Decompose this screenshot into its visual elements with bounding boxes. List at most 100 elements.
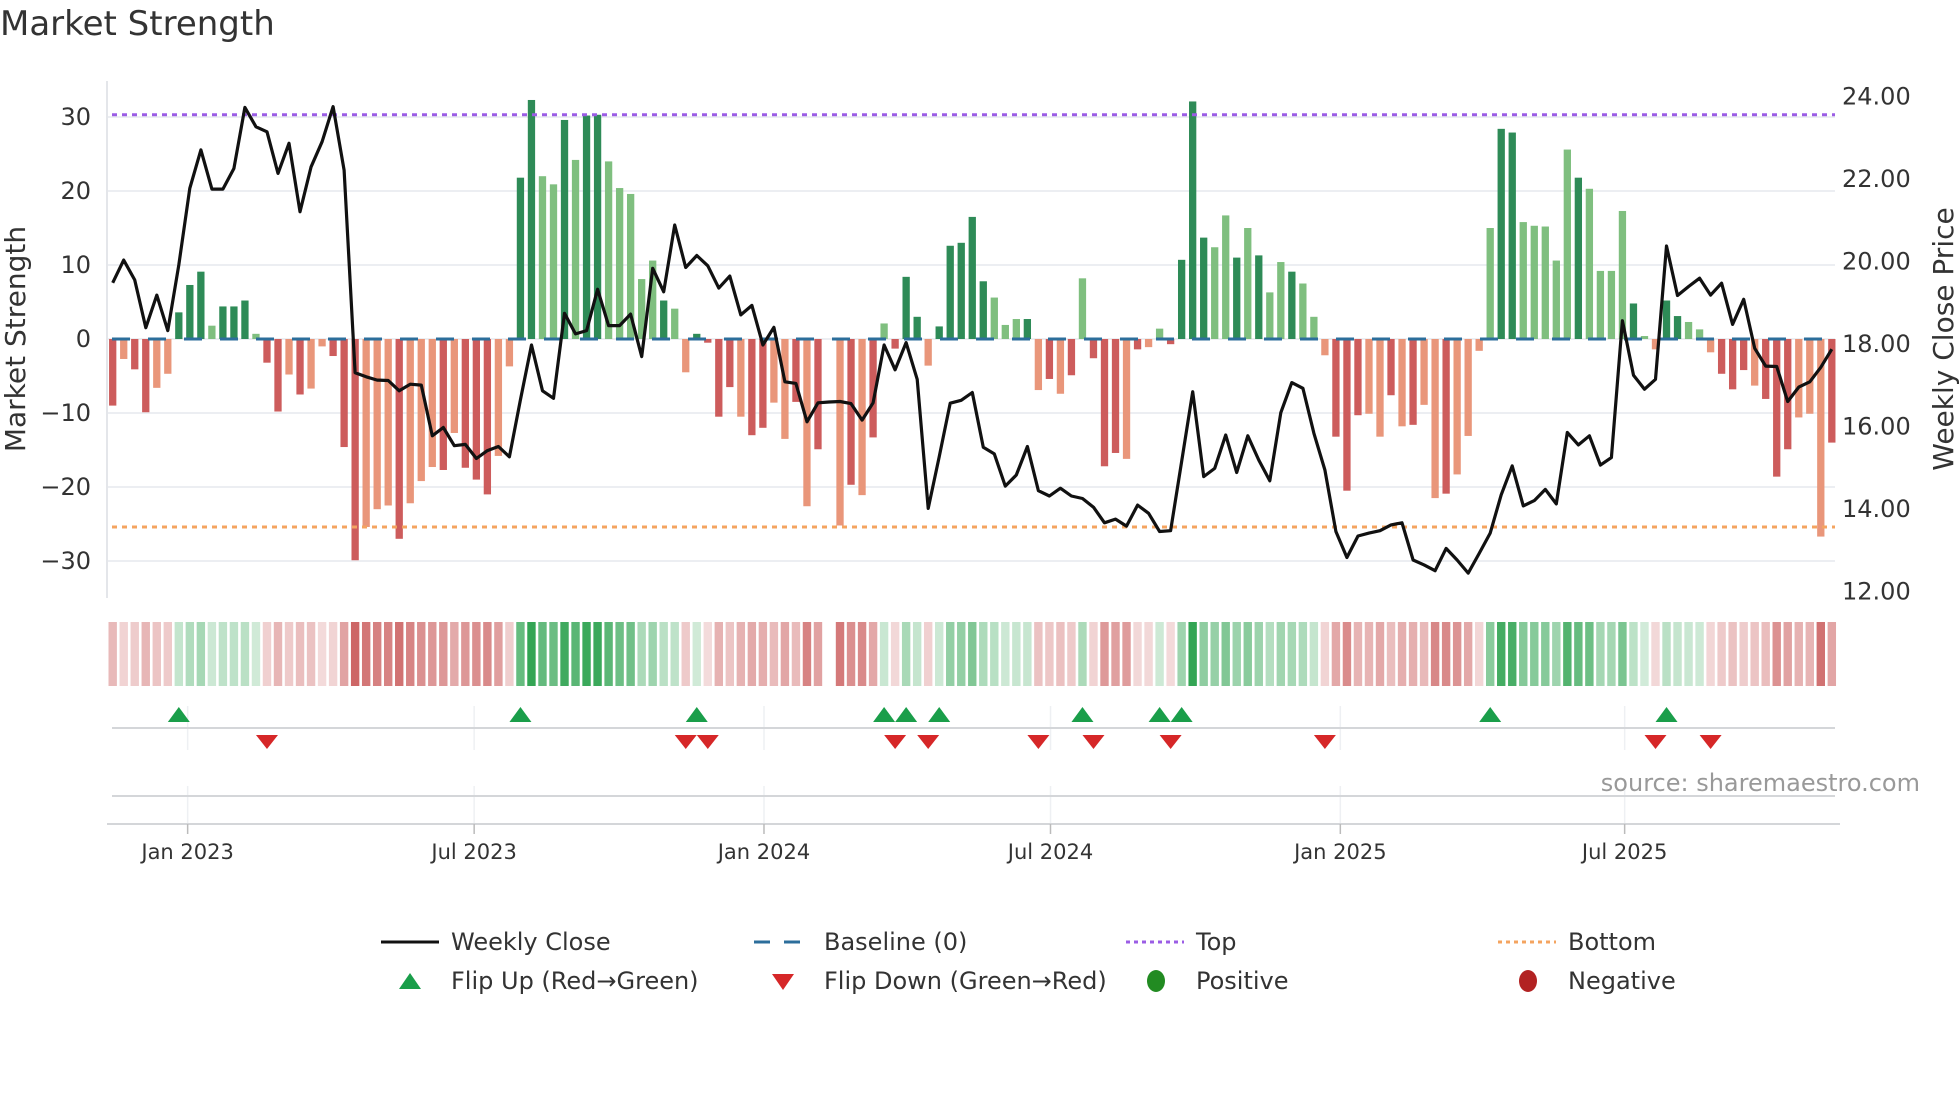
source-credit: source: sharemaestro.com xyxy=(1600,769,1920,797)
strength-bar xyxy=(395,339,403,539)
strength-bar xyxy=(990,297,998,339)
heat-strip-cell xyxy=(439,622,448,686)
heat-strip-cell xyxy=(108,622,117,686)
y2-tick-label: 22.00 xyxy=(1842,165,1911,193)
heat-strip-cell xyxy=(450,622,459,686)
heat-strip-cell xyxy=(1761,622,1770,686)
heat-strip-cell xyxy=(1816,622,1825,686)
flip-down-marker xyxy=(1313,735,1336,749)
strength-bar xyxy=(1365,339,1373,414)
strength-bar xyxy=(1497,128,1505,339)
flip-up-marker xyxy=(873,707,896,722)
strength-bar xyxy=(902,276,910,339)
strength-bar xyxy=(1475,339,1483,351)
heat-strip-cell xyxy=(1188,622,1197,686)
heat-strip-cell xyxy=(306,622,316,686)
strength-bar xyxy=(1420,339,1428,405)
strength-bar xyxy=(781,339,789,439)
heat-strip-cell xyxy=(1353,622,1363,686)
heat-strip-cell xyxy=(1574,622,1583,686)
heat-strip-cell xyxy=(1199,622,1208,686)
chart-title: Market Strength xyxy=(0,4,275,44)
strength-bar xyxy=(615,188,624,339)
y2-tick-label: 24.00 xyxy=(1842,82,1911,110)
heat-strip-cell xyxy=(593,622,602,686)
y-tick-label: −20 xyxy=(40,473,91,501)
heat-strip-cell xyxy=(1651,622,1660,686)
strength-bar xyxy=(307,339,315,389)
heat-strip-cell xyxy=(549,622,558,686)
strength-bar xyxy=(1563,149,1571,339)
heat-strip-cell xyxy=(251,622,261,686)
heat-strip-cell xyxy=(1287,622,1297,686)
strength-bar xyxy=(582,115,591,340)
strength-bar xyxy=(715,339,723,417)
heat-strip-cell xyxy=(1640,622,1649,686)
strength-bar xyxy=(1001,324,1009,339)
heat-strip-cell xyxy=(1794,622,1803,686)
flip-up-marker xyxy=(1148,707,1171,722)
heat-strip-cell xyxy=(1673,622,1682,686)
heat-strip-cell xyxy=(1012,622,1021,686)
flip-down-marker xyxy=(1027,735,1050,749)
heat-strip-cell xyxy=(1728,622,1737,686)
strength-bar xyxy=(120,339,128,359)
strength-bar xyxy=(197,271,205,339)
heat-strip-cell xyxy=(1419,622,1429,686)
strength-bar xyxy=(505,339,514,367)
heat-strip-cell xyxy=(1497,622,1506,686)
legend-weekly-close: Weekly Close xyxy=(381,928,611,956)
heat-strip-cell xyxy=(141,622,150,686)
strength-bar xyxy=(968,216,976,339)
heat-strip-cell xyxy=(1684,622,1693,686)
legend-label: Positive xyxy=(1196,967,1289,995)
strength-bar xyxy=(1464,339,1472,436)
legend-flip-up: Flip Up (Red→Green) xyxy=(381,967,699,995)
flip-down-marker xyxy=(884,735,907,749)
heat-strip-cell xyxy=(846,622,856,686)
heat-strip-cell xyxy=(505,622,514,686)
heat-strip-cell xyxy=(1067,622,1076,686)
heat-strip-cell xyxy=(472,622,481,686)
heat-strip-cell xyxy=(1331,622,1341,686)
heat-strip-cell xyxy=(582,622,591,686)
heat-strip-cell xyxy=(1276,622,1286,686)
strength-bar xyxy=(1310,316,1318,339)
y2-tick-label: 12.00 xyxy=(1842,577,1911,605)
strength-bar xyxy=(571,159,580,339)
heat-strip-cell xyxy=(747,622,757,686)
strength-bar xyxy=(935,326,943,339)
heat-strip-cell xyxy=(119,622,128,686)
heat-strip-cell xyxy=(813,622,823,686)
heat-strip-cell xyxy=(1309,622,1319,686)
heat-strip-cell xyxy=(461,622,470,686)
strength-bar xyxy=(1299,283,1307,339)
strength-bar xyxy=(527,99,536,339)
strength-bar xyxy=(847,339,855,485)
strength-bar xyxy=(164,339,172,374)
heat-strip-cell xyxy=(1166,622,1175,686)
strength-bar xyxy=(1288,271,1296,339)
strength-bar xyxy=(549,184,558,339)
heat-strip-cell xyxy=(350,622,360,686)
flip-down-marker xyxy=(255,735,278,749)
strength-bar xyxy=(1045,339,1054,379)
heat-strip-cell xyxy=(670,622,679,686)
x-tick-label: Jul 2024 xyxy=(1006,840,1093,864)
legend-label: Negative xyxy=(1568,967,1676,995)
heat-strip-cell xyxy=(361,622,371,686)
flip-up-marker xyxy=(1071,707,1094,722)
market-strength-chart: −30 −20 −10 0 10 20 30 12.00 14.00 16.00 18.00 20.0… xyxy=(0,81,1960,864)
heat-strip-cell xyxy=(317,622,327,686)
legend-label: Flip Down (Green→Red) xyxy=(824,967,1107,995)
heat-strip-cell xyxy=(1463,622,1473,686)
flip-down-marker xyxy=(696,735,719,749)
heat-strip-cell xyxy=(1486,622,1495,686)
strength-bar xyxy=(483,339,492,495)
strength-bar xyxy=(1442,339,1450,494)
strength-bar xyxy=(1585,188,1594,339)
strength-bar xyxy=(538,176,547,339)
heat-strip-cell xyxy=(395,622,404,686)
strength-bar xyxy=(891,339,899,349)
strength-bar xyxy=(1607,270,1616,339)
